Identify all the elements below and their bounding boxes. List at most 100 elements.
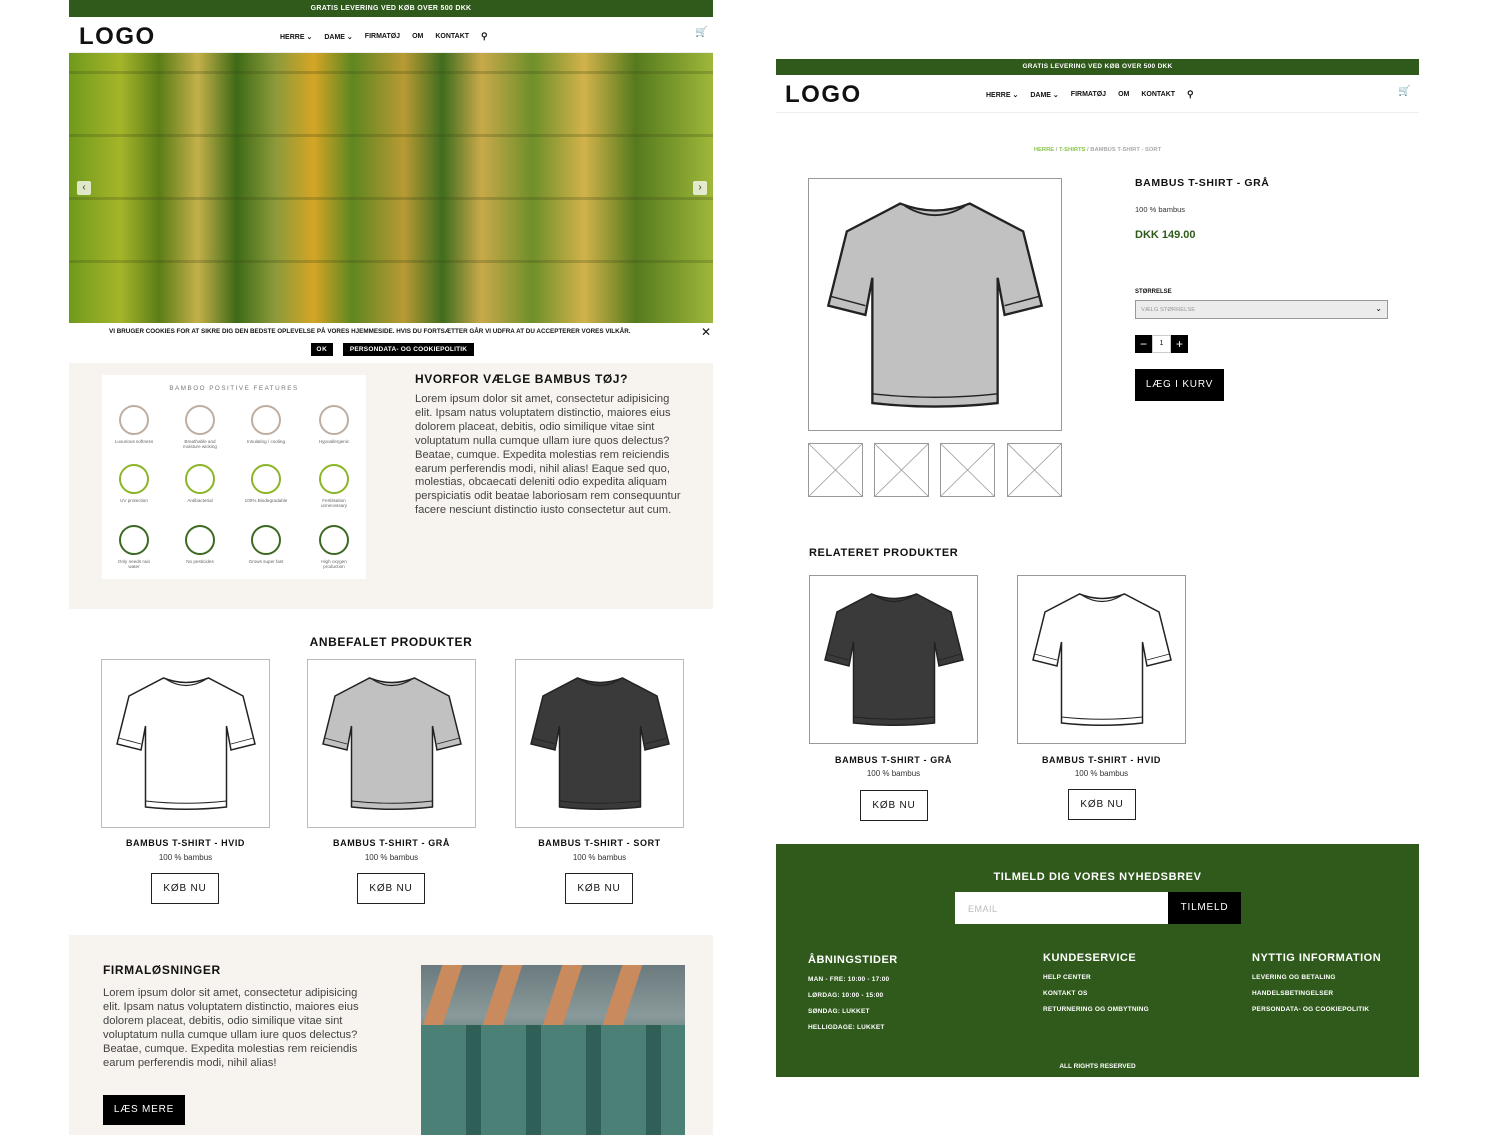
nav-kontakt[interactable]: KONTAKT xyxy=(1141,91,1175,98)
chevron-down-icon: ⌄ xyxy=(306,33,313,41)
breadcrumb-current: BAMBUS T-SHIRT - SORT xyxy=(1090,147,1162,153)
buy-now-button[interactable]: KØB NU xyxy=(565,873,633,904)
related-card-image[interactable] xyxy=(809,575,978,744)
feature-item: Hypoallergenic xyxy=(312,405,356,444)
footer-hours: ÅBNINGSTIDER MAN - FRE: 10:00 - 17:00 LØ… xyxy=(808,954,898,1040)
service-title: KUNDESERVICE xyxy=(1043,952,1137,964)
cart-icon[interactable]: 🛒 xyxy=(695,27,707,38)
product-card-image[interactable] xyxy=(307,659,476,828)
firm-text: Lorem ipsum dolor sit amet, consectetur … xyxy=(103,987,359,1069)
footer: TILMELD DIG VORES NYHEDSBREV EMAIL TILME… xyxy=(776,844,1419,1077)
slider-next-arrow[interactable]: › xyxy=(693,181,707,195)
search-icon[interactable]: ⚲ xyxy=(1187,89,1194,100)
feature-label: Insulating / cooling xyxy=(246,439,286,444)
product-title: BAMBUS T-SHIRT - GRÅ xyxy=(1135,177,1270,189)
footer-service: KUNDESERVICE HELP CENTER KONTAKT OS RETU… xyxy=(1043,952,1149,1022)
plus-button[interactable]: + xyxy=(1171,335,1188,353)
nav-herre[interactable]: HERRE ⌄ xyxy=(986,91,1018,99)
footer-info: NYTTIG INFORMATION LEVERING OG BETALING … xyxy=(1252,952,1381,1022)
placeholder-image-icon xyxy=(941,444,994,496)
feature-label: Luxurious softness xyxy=(114,439,154,444)
nav-label: HERRE xyxy=(280,33,305,41)
footer-link-contact[interactable]: KONTAKT OS xyxy=(1043,990,1149,997)
product-price: DKK 149.00 xyxy=(1135,229,1196,241)
email-input[interactable]: EMAIL xyxy=(955,892,1168,924)
hours-line: MAN - FRE: 10:00 - 17:00 xyxy=(808,976,890,983)
nav-kontakt[interactable]: KONTAKT xyxy=(435,33,469,40)
size-select[interactable]: VÆLG STØRRELSE ⌄ xyxy=(1135,300,1388,319)
nav-herre[interactable]: HERRE ⌄ xyxy=(280,33,312,41)
product-thumbnail[interactable] xyxy=(808,443,863,497)
feature-item: Insulating / cooling xyxy=(244,405,288,444)
shipping-banner: GRATIS LEVERING VED KØB OVER 500 DKK xyxy=(776,59,1419,75)
related-material: 100 % bambus xyxy=(866,769,921,778)
tshirt-image xyxy=(525,666,675,816)
product-material: 100 % bambus xyxy=(572,853,627,862)
cookie-policy-button[interactable]: PERSONDATA- OG COOKIEPOLITIK xyxy=(343,343,474,356)
shipping-banner: GRATIS LEVERING VED KØB OVER 500 DKK xyxy=(69,0,713,17)
feature-label: Hypoallergenic xyxy=(318,439,350,444)
related-name: BAMBUS T-SHIRT - GRÅ xyxy=(835,755,952,765)
feature-item: Grows super fast xyxy=(244,525,288,564)
product-thumbnail[interactable] xyxy=(1007,443,1062,497)
feature-label: Fertilisation unnecessary xyxy=(320,498,348,508)
buy-now-button[interactable]: KØB NU xyxy=(357,873,425,904)
search-icon[interactable]: ⚲ xyxy=(481,31,488,42)
breadcrumb: HERRE / T-SHIRTS / BAMBUS T-SHIRT - SORT xyxy=(776,147,1419,153)
bamboo-features-infographic: BAMBOO POSITIVE FEATURES Luxurious softn… xyxy=(102,375,366,579)
hangers-image xyxy=(421,965,685,1135)
nav-om[interactable]: OM xyxy=(412,33,423,40)
footer-link-terms[interactable]: HANDELSBETINGELSER xyxy=(1252,990,1381,997)
nav-label: DAME xyxy=(324,33,345,41)
product-card-image[interactable] xyxy=(515,659,684,828)
feature-circle-icon xyxy=(119,464,149,494)
cart-icon[interactable]: 🛒 xyxy=(1398,86,1410,97)
tshirt-image xyxy=(819,185,1051,417)
buy-now-button[interactable]: KØB NU xyxy=(860,790,928,821)
firm-title: FIRMALØSNINGER xyxy=(103,963,221,977)
rights-text: ALL RIGHTS RESERVED xyxy=(1059,1063,1136,1070)
add-to-cart-button[interactable]: LÆG I KURV xyxy=(1135,369,1224,401)
tshirt-image xyxy=(111,666,261,816)
email-placeholder: EMAIL xyxy=(968,904,998,914)
why-title: HVORFOR VÆLGE BAMBUS TØJ? xyxy=(415,372,629,386)
close-icon[interactable]: ✕ xyxy=(701,325,711,339)
product-thumbnail[interactable] xyxy=(940,443,995,497)
main-nav: HERRE ⌄ DAME ⌄ FIRMATØJ OM KONTAKT ⚲ xyxy=(986,89,1194,100)
product-main-image xyxy=(808,178,1062,431)
feature-label: Antibacterial xyxy=(187,498,213,503)
product-name: BAMBUS T-SHIRT - HVID xyxy=(125,838,246,848)
hours-line: SØNDAG: LUKKET xyxy=(808,1008,870,1015)
footer-link-delivery[interactable]: LEVERING OG BETALING xyxy=(1252,974,1381,981)
placeholder-image-icon xyxy=(875,444,928,496)
feature-label: Breathable and moisture wicking xyxy=(183,439,217,449)
nav-dame[interactable]: DAME ⌄ xyxy=(1030,91,1058,99)
minus-button[interactable]: − xyxy=(1135,335,1152,353)
nav-firmatoej[interactable]: FIRMATØJ xyxy=(1071,91,1106,98)
buy-now-button[interactable]: KØB NU xyxy=(1068,789,1136,820)
read-more-button[interactable]: LÆS MERE xyxy=(103,1095,185,1125)
nav-dame[interactable]: DAME ⌄ xyxy=(324,33,352,41)
related-card-image[interactable] xyxy=(1017,575,1186,744)
buy-now-button[interactable]: KØB NU xyxy=(151,873,219,904)
quantity-input[interactable]: 1 xyxy=(1152,335,1171,353)
logo[interactable]: LOGO xyxy=(79,23,156,51)
chevron-down-icon: ⌄ xyxy=(1012,91,1019,99)
nav-firmatoej[interactable]: FIRMATØJ xyxy=(365,33,400,40)
footer-link-help[interactable]: HELP CENTER xyxy=(1043,974,1149,981)
nav-om[interactable]: OM xyxy=(1118,91,1129,98)
slider-prev-arrow[interactable]: ‹ xyxy=(77,181,91,195)
footer-link-privacy[interactable]: PERSONDATA- OG COOKIEPOLITIK xyxy=(1252,1006,1381,1013)
product-card-image[interactable] xyxy=(101,659,270,828)
logo[interactable]: LOGO xyxy=(785,81,862,109)
tshirt-image xyxy=(317,666,467,816)
breadcrumb-herre[interactable]: HERRE xyxy=(1034,147,1054,153)
main-nav: HERRE ⌄ DAME ⌄ FIRMATØJ OM KONTAKT ⚲ xyxy=(280,31,488,42)
feature-circle-icon xyxy=(119,525,149,555)
cookie-ok-button[interactable]: OK xyxy=(311,343,333,356)
product-thumbnail[interactable] xyxy=(874,443,929,497)
subscribe-button[interactable]: TILMELD xyxy=(1168,892,1241,924)
footer-link-returns[interactable]: RETURNERING OG OMBYTNING xyxy=(1043,1006,1149,1013)
hours-title: ÅBNINGSTIDER xyxy=(808,954,898,966)
breadcrumb-tshirts[interactable]: T-SHIRTS xyxy=(1059,147,1085,153)
